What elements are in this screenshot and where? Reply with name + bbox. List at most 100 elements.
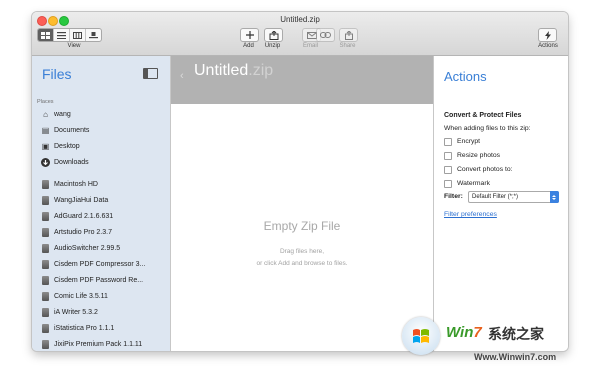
checkbox-label: Convert photos to: — [457, 166, 513, 173]
envelope-icon — [306, 31, 317, 39]
toolbar: Untitled.zip View Add Unzip Email Share … — [32, 12, 568, 56]
sidebar-item-label: Cisdem PDF Compressor 3... — [54, 260, 146, 268]
downloads-icon — [41, 157, 50, 167]
plus-icon — [245, 31, 254, 39]
watermark-checkbox[interactable]: Watermark — [444, 178, 490, 189]
back-arrow-icon[interactable]: ‹ — [180, 70, 184, 82]
sidebar-volume[interactable]: AdGuard 2.1.6.631 — [41, 209, 113, 223]
sidebar-volume[interactable]: Macintosh HD — [41, 177, 98, 191]
list-icon — [57, 31, 66, 39]
home-icon: ⌂ — [43, 109, 48, 119]
watermark-brand: Win7 — [446, 324, 482, 341]
columns-icon — [73, 31, 82, 39]
share-icon — [344, 30, 353, 40]
places-section-label: Places — [37, 99, 54, 105]
actions-button[interactable] — [538, 28, 557, 42]
sidebar-item-documents[interactable]: ▤ Documents — [41, 123, 90, 137]
checkbox-box[interactable] — [444, 165, 452, 174]
desktop-icon: ▣ — [41, 141, 50, 151]
sidebar-volume[interactable]: WangJiaHui Data — [41, 193, 108, 207]
convert-photos-checkbox[interactable]: Convert photos to: — [444, 164, 513, 175]
unzip-icon — [269, 30, 278, 40]
sidebar-item-label: AdGuard 2.1.6.631 — [54, 212, 114, 220]
empty-zip-title: Empty Zip File — [263, 219, 341, 233]
filter-label: Filter: — [444, 193, 463, 200]
sidebar-toggle-icon[interactable] — [143, 68, 158, 79]
actions-title: Actions — [444, 69, 487, 84]
sidebar-volume[interactable]: Cisdem PDF Password Re... — [41, 273, 143, 287]
icon-view-button[interactable] — [38, 29, 54, 41]
sidebar-item-label: wang — [54, 110, 71, 118]
sidebar-item-label: AudioSwitcher 2.99.5 — [54, 244, 121, 252]
drop-hint-line1: Drag files here, — [279, 248, 325, 255]
column-view-button[interactable] — [70, 29, 86, 41]
checkbox-label: Watermark — [457, 180, 490, 187]
sidebar-title: Files — [42, 66, 72, 82]
watermark-chinese: 系统之家 — [488, 326, 544, 342]
sidebar-item-label: Documents — [54, 126, 90, 134]
zip-contents-pane[interactable]: ‹ Untitled.zip Empty Zip File Drag files… — [171, 56, 433, 351]
sidebar-item-downloads[interactable]: Downloads — [41, 155, 89, 169]
sidebar-volume[interactable]: iA Writer 5.3.2 — [41, 305, 98, 319]
disk-icon — [41, 275, 50, 285]
link-button[interactable] — [316, 28, 335, 42]
sidebar-item-desktop[interactable]: ▣ Desktop — [41, 139, 80, 153]
link-icon — [320, 32, 331, 38]
checkbox-box[interactable] — [444, 137, 452, 146]
sidebar-item-label: JixiPix Premium Pack 1.1.11 — [54, 340, 143, 348]
encrypt-checkbox[interactable]: Encrypt — [444, 136, 480, 147]
sidebar-volume[interactable]: AudioSwitcher 2.99.5 — [41, 241, 120, 255]
sidebar-item-label: Macintosh HD — [54, 180, 98, 188]
sidebar-item-label: Downloads — [54, 158, 89, 166]
watermark: Win7 系统之家 Www.Winwin7.com — [402, 310, 600, 373]
sidebar-item-home[interactable]: ⌂ wang — [41, 107, 71, 121]
adding-files-note: When adding files to this zip: — [444, 125, 531, 132]
window-title: Untitled.zip — [280, 15, 320, 24]
sidebar-volume[interactable]: Artstudio Pro 2.3.7 — [41, 225, 112, 239]
lightning-icon — [544, 30, 551, 40]
sidebar-volume[interactable]: JixiPix Premium Pack 1.1.11 — [41, 337, 142, 351]
actions-label: Actions — [538, 43, 558, 49]
sidebar-volume[interactable]: Comic Life 3.5.11 — [41, 289, 108, 303]
list-view-button[interactable] — [54, 29, 70, 41]
view-mode-control[interactable] — [37, 28, 102, 42]
icon-grid-icon — [41, 31, 50, 39]
sidebar-item-label: Comic Life 3.5.11 — [54, 292, 108, 300]
sidebar-item-label: iA Writer 5.3.2 — [54, 308, 98, 316]
disk-icon — [41, 339, 50, 349]
disk-icon — [41, 211, 50, 221]
share-button[interactable] — [339, 28, 358, 42]
add-button[interactable] — [240, 28, 259, 42]
sidebar-item-label: Cisdem PDF Password Re... — [54, 276, 144, 284]
share-label: Share — [339, 43, 356, 49]
disk-icon — [41, 291, 50, 301]
convert-protect-heading: Convert & Protect Files — [444, 112, 522, 119]
disk-icon — [41, 227, 50, 237]
app-window: Untitled.zip View Add Unzip Email Share … — [32, 12, 568, 351]
checkbox-label: Encrypt — [457, 138, 481, 145]
drop-hint-line2: or click Add and browse to files. — [256, 260, 348, 267]
add-label: Add — [243, 43, 254, 49]
sidebar-volume[interactable]: Cisdem PDF Compressor 3... — [41, 257, 145, 271]
actions-panel: Actions Convert & Protect Files When add… — [433, 56, 568, 351]
sidebar-volume[interactable]: iStatistica Pro 1.1.1 — [41, 321, 114, 335]
zip-header: ‹ Untitled.zip — [171, 56, 433, 104]
filter-select[interactable]: Default Filter (*;*) — [468, 191, 559, 203]
zip-name[interactable]: Untitled.zip — [194, 62, 273, 80]
resize-photos-checkbox[interactable]: Resize photos — [444, 150, 500, 161]
watermark-seven: 7 — [473, 324, 482, 341]
filter-select-value: Default Filter (*;*) — [472, 194, 519, 200]
disk-icon — [41, 323, 50, 333]
windows-logo-icon — [402, 317, 440, 355]
chevron-updown-icon — [550, 191, 559, 203]
email-label: Email — [302, 43, 318, 49]
unzip-button[interactable] — [264, 28, 283, 42]
watermark-url: Www.Winwin7.com — [474, 352, 557, 362]
filter-preferences-link[interactable]: Filter preferences — [444, 211, 497, 218]
coverflow-icon — [89, 31, 98, 38]
coverflow-view-button[interactable] — [86, 29, 101, 41]
checkbox-box[interactable] — [444, 179, 452, 188]
view-label: View — [67, 43, 81, 49]
watermark-win: Win — [446, 324, 474, 341]
checkbox-box[interactable] — [444, 151, 452, 160]
